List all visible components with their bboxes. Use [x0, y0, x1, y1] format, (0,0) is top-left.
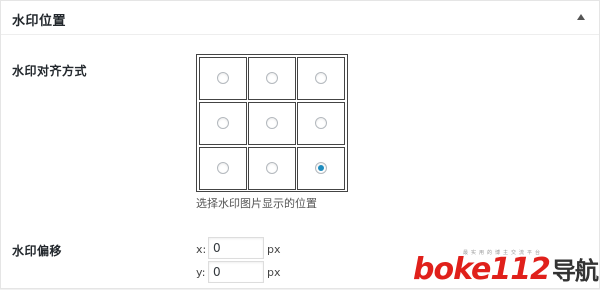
cell-middle-left[interactable] [199, 102, 247, 145]
logo-brand-cn: 导航 [551, 257, 599, 285]
cell-bottom-left[interactable] [199, 147, 247, 190]
radio-middle-center[interactable] [266, 117, 278, 129]
panel-title: 水印位置 [12, 14, 67, 29]
panel-header[interactable]: 水印位置 [1, 1, 599, 35]
watermark-logo: 最实用的博主交流平台 boke112导航 [405, 247, 600, 290]
radio-middle-left[interactable] [217, 117, 229, 129]
cell-top-center[interactable] [248, 57, 296, 100]
alignment-label: 水印对齐方式 [12, 64, 88, 78]
radio-middle-right[interactable] [315, 117, 327, 129]
offset-label: 水印偏移 [12, 244, 63, 258]
y-label: y: [196, 266, 206, 279]
offset-x-input[interactable] [208, 237, 264, 259]
cell-bottom-right[interactable] [297, 147, 345, 190]
radio-bottom-left[interactable] [217, 162, 229, 174]
watermark-position-panel: 水印位置 水印对齐方式 选择水印图片显示的位置 水印偏移 x: px y: px… [0, 0, 600, 289]
logo-brand-text: boke112 [413, 252, 551, 287]
radio-bottom-right[interactable] [315, 162, 327, 174]
x-label: x: [196, 243, 207, 256]
x-unit: px [267, 243, 281, 256]
offset-y-input[interactable] [208, 261, 264, 283]
radio-top-right[interactable] [315, 72, 327, 84]
logo-brand: boke112导航 [413, 251, 599, 287]
radio-top-left[interactable] [217, 72, 229, 84]
y-unit: px [267, 266, 281, 279]
alignment-grid [196, 54, 348, 192]
alignment-hint: 选择水印图片显示的位置 [196, 197, 317, 210]
radio-bottom-center[interactable] [266, 162, 278, 174]
cell-top-right[interactable] [297, 57, 345, 100]
cell-top-left[interactable] [199, 57, 247, 100]
triangle-up-icon[interactable] [577, 14, 585, 20]
cell-middle-center[interactable] [248, 102, 296, 145]
cell-middle-right[interactable] [297, 102, 345, 145]
cell-bottom-center[interactable] [248, 147, 296, 190]
radio-top-center[interactable] [266, 72, 278, 84]
